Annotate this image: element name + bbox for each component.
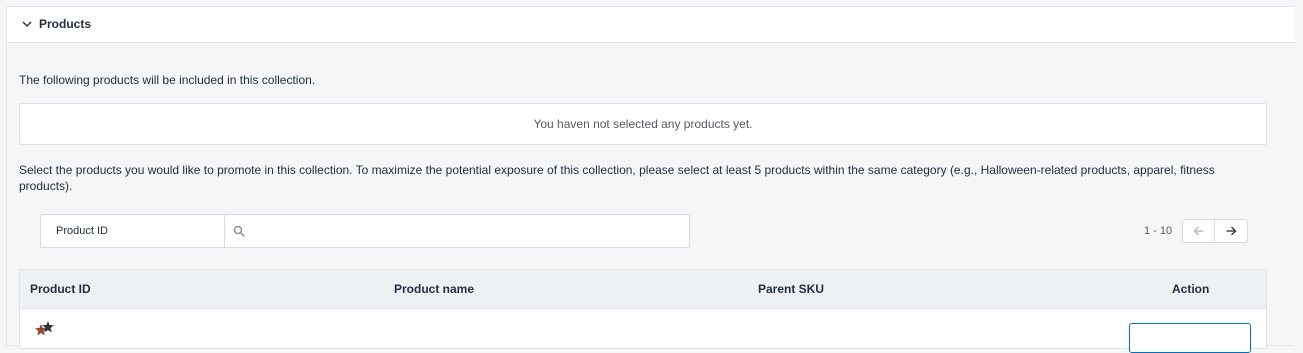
selection-instructions: Select the products you would like to pr… xyxy=(19,163,1215,193)
search-field-select[interactable]: Product ID xyxy=(41,215,225,247)
previous-page-button[interactable] xyxy=(1183,220,1215,242)
table-header: Product ID Product name Parent SKU Actio… xyxy=(20,270,1266,309)
column-header-product-id[interactable]: Product ID xyxy=(30,282,91,297)
search-icon xyxy=(233,225,245,237)
arrow-left-icon xyxy=(1193,226,1203,236)
chevron-down-icon[interactable] xyxy=(21,18,33,30)
arrow-right-icon xyxy=(1226,226,1237,236)
pagination-controls xyxy=(1182,219,1248,243)
column-header-product-name[interactable]: Product name xyxy=(394,282,474,297)
product-search-bar: Product ID xyxy=(40,214,690,248)
products-table: Product ID Product name Parent SKU Actio… xyxy=(19,269,1267,353)
select-product-button[interactable] xyxy=(1129,323,1251,353)
column-header-action: Action xyxy=(1172,282,1210,296)
intro-text: The following products will be included … xyxy=(19,73,316,87)
pagination-range: 1 - 10 xyxy=(1144,225,1173,237)
section-title: Products xyxy=(39,17,92,31)
product-thumbnail xyxy=(35,321,54,336)
column-header-parent-sku[interactable]: Parent SKU xyxy=(758,282,824,297)
search-input[interactable] xyxy=(251,216,685,248)
section-header[interactable]: Products xyxy=(7,7,1295,43)
empty-message: You haven not selected any products yet. xyxy=(533,117,753,131)
selected-products-empty-state: You haven not selected any products yet. xyxy=(19,103,1267,145)
next-page-button[interactable] xyxy=(1215,220,1247,242)
